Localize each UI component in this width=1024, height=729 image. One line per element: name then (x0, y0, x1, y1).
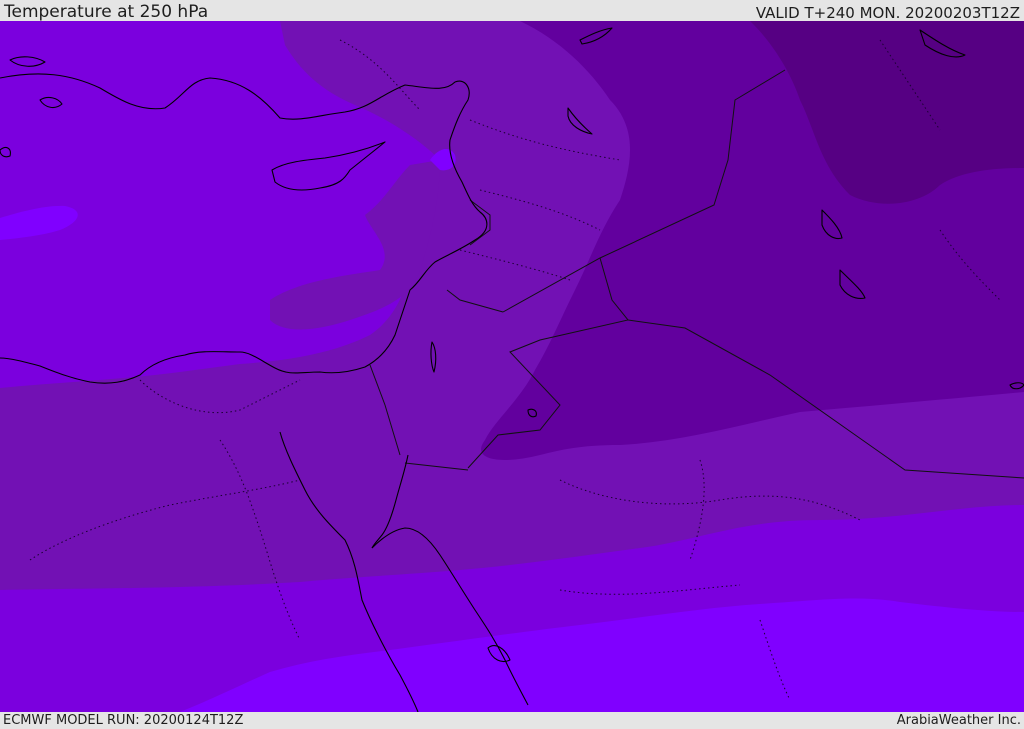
credit-label: ArabiaWeather Inc. (896, 713, 1021, 728)
weather-map (0, 21, 1024, 712)
model-run-label: ECMWF MODEL RUN: 20200124T12Z (3, 713, 244, 728)
valid-time-label: VALID T+240 MON. 20200203T12Z (755, 4, 1020, 22)
header-bar: Temperature at 250 hPa VALID T+240 MON. … (0, 0, 1024, 21)
temperature-map-svg (0, 21, 1024, 712)
footer-bar: ECMWF MODEL RUN: 20200124T12Z ArabiaWeat… (0, 712, 1024, 729)
map-title: Temperature at 250 hPa (4, 2, 209, 22)
